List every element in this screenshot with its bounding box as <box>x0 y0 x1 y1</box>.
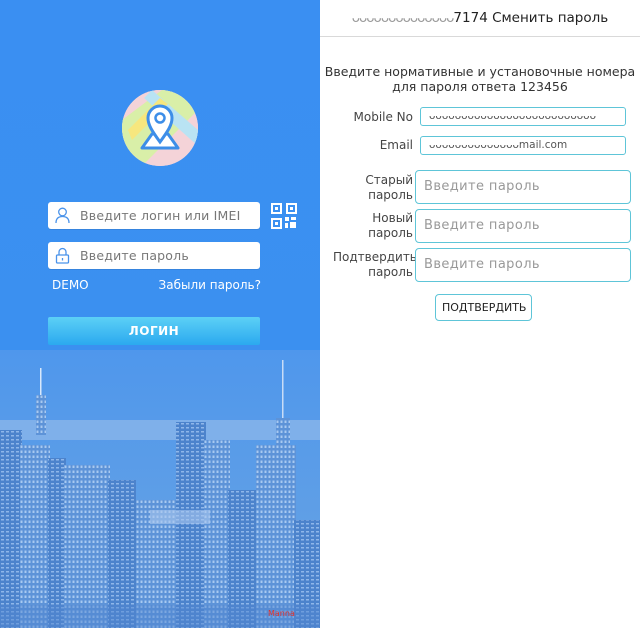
login-input-placeholder: Введите логин или IMEI <box>80 208 241 223</box>
confirm-password-input[interactable]: Введите пароль <box>415 248 631 282</box>
bottom-label: Manna <box>268 609 295 618</box>
new-password-label: Новый пароль <box>368 211 413 240</box>
email-field[interactable]: ᴗᴗᴗᴗᴗᴗᴗᴗᴗᴗᴗᴗᴗᴗmail.com <box>420 136 626 155</box>
password-input-placeholder: Введите пароль <box>80 248 189 263</box>
confirm-password-placeholder: Введите пароль <box>424 257 540 272</box>
login-button[interactable]: ЛОГИН <box>48 317 260 345</box>
page-title: ᴗᴗᴗᴗᴗᴗᴗᴗᴗᴗᴗᴗᴗᴗ7174 Сменить пароль <box>320 10 640 26</box>
instruction-text: Введите нормативные и установочные номер… <box>324 64 636 94</box>
mobile-value: ᴗᴗᴗᴗᴗᴗᴗᴗᴗᴗᴗᴗᴗᴗᴗᴗᴗᴗᴗᴗᴗᴗᴗᴗᴗᴗ <box>429 110 597 122</box>
login-input[interactable]: Введите логин или IMEI <box>48 202 260 229</box>
new-password-placeholder: Введите пароль <box>424 218 540 233</box>
mobile-label: Mobile No <box>353 110 414 124</box>
mobile-field[interactable]: ᴗᴗᴗᴗᴗᴗᴗᴗᴗᴗᴗᴗᴗᴗᴗᴗᴗᴗᴗᴗᴗᴗᴗᴗᴗᴗ <box>420 107 626 126</box>
header-bar: ᴗᴗᴗᴗᴗᴗᴗᴗᴗᴗᴗᴗᴗᴗ7174 Сменить пароль <box>320 0 640 37</box>
lock-icon <box>55 247 70 264</box>
old-password-input[interactable]: Введите пароль <box>415 170 631 204</box>
qr-code-icon[interactable] <box>271 203 297 229</box>
title-masked-number: ᴗᴗᴗᴗᴗᴗᴗᴗᴗᴗᴗᴗᴗᴗ <box>351 10 455 26</box>
email-value: ᴗᴗᴗᴗᴗᴗᴗᴗᴗᴗᴗᴗᴗᴗmail.com <box>429 139 568 151</box>
title-text: 7174 Сменить пароль <box>453 10 609 26</box>
map-pin-logo-icon <box>122 90 198 166</box>
demo-link[interactable]: DEMO <box>52 278 89 292</box>
email-label: Email <box>379 138 413 152</box>
city-skyline-background <box>0 350 320 628</box>
user-icon <box>55 207 70 224</box>
confirm-password-label: Подтвердить пароль <box>333 250 417 279</box>
old-password-placeholder: Введите пароль <box>424 179 540 194</box>
forgot-password-link[interactable]: Забыли пароль? <box>159 278 261 292</box>
change-password-panel: ᴗᴗᴗᴗᴗᴗᴗᴗᴗᴗᴗᴗᴗᴗ7174 Сменить пароль Введит… <box>320 0 640 628</box>
confirm-button[interactable]: ПОДТВЕРДИТЬ <box>435 294 532 321</box>
password-input[interactable]: Введите пароль <box>48 242 260 269</box>
login-panel: Введите логин или IMEI Введите пароль DE… <box>0 0 320 628</box>
old-password-label: Старый пароль <box>365 173 413 202</box>
new-password-input[interactable]: Введите пароль <box>415 209 631 243</box>
